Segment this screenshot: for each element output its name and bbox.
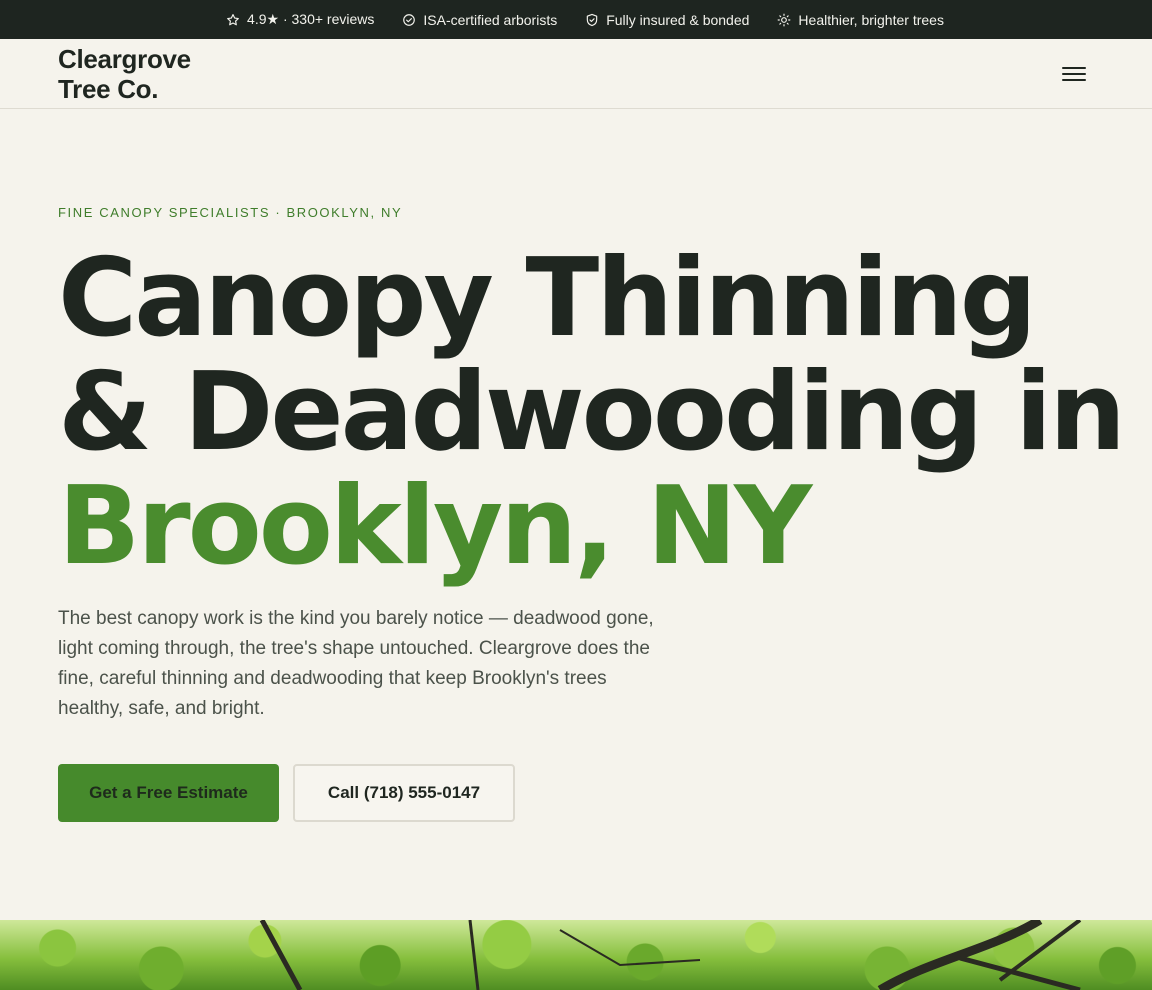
- tree-canopy-photo: [0, 920, 1152, 990]
- shield-icon: [585, 13, 599, 27]
- branch-silhouettes: [259, 920, 1082, 990]
- announcement-bar: 4.9★ · 330+ reviews ISA-certified arbori…: [0, 0, 1152, 39]
- reviews-badge: 4.9★ · 330+ reviews: [226, 11, 374, 28]
- site-header: Cleargrove Tree Co.: [0, 39, 1152, 109]
- hero-eyebrow: FINE CANOPY SPECIALISTS · BROOKLYN, NY: [58, 205, 403, 220]
- call-phone-button[interactable]: Call (718) 555-0147: [293, 764, 515, 822]
- sun-icon: [777, 13, 791, 27]
- insured-text: Fully insured & bonded: [606, 11, 750, 28]
- hero-section: FINE CANOPY SPECIALISTS · BROOKLYN, NY C…: [0, 109, 1152, 822]
- certified-text: ISA-certified arborists: [423, 11, 558, 28]
- headline-line-2: & Deadwooding in: [58, 350, 1126, 475]
- healthier-text: Healthier, brighter trees: [798, 11, 944, 28]
- menu-line: [1062, 78, 1086, 81]
- headline-accent: Brooklyn, NY: [58, 464, 812, 589]
- menu-line: [1062, 72, 1086, 75]
- menu-line: [1062, 66, 1086, 69]
- site-logo[interactable]: Cleargrove Tree Co.: [58, 44, 191, 104]
- hero-description: The best canopy work is the kind you bar…: [58, 608, 654, 719]
- reviews-text: 4.9★ · 330+ reviews: [247, 11, 375, 27]
- certified-badge: ISA-certified arborists: [402, 12, 557, 28]
- check-circle-icon: [402, 13, 416, 27]
- star-icon: [226, 13, 240, 27]
- hero-actions: Get a Free Estimate Call (718) 555-0147: [58, 764, 1094, 822]
- free-estimate-button[interactable]: Get a Free Estimate: [58, 764, 279, 822]
- headline-line-1: Canopy Thinning: [58, 236, 1037, 361]
- hero-headline: Canopy Thinning & Deadwooding in Brookly…: [58, 236, 1126, 589]
- insured-badge: Fully insured & bonded: [585, 12, 749, 28]
- hamburger-menu-icon[interactable]: [1062, 64, 1086, 84]
- healthier-badge: Healthier, brighter trees: [777, 12, 944, 28]
